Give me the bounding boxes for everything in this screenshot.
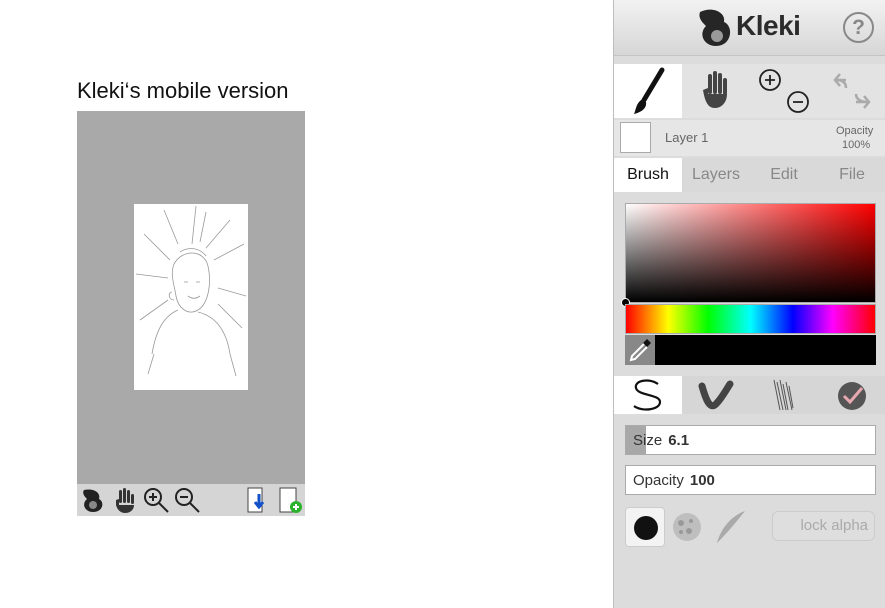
tab-brush[interactable]: Brush: [614, 158, 682, 192]
zoom-tool-button[interactable]: [750, 64, 818, 118]
feather-tip-button[interactable]: [709, 507, 749, 547]
color-saturation-value-picker[interactable]: [621, 203, 876, 307]
app-name: Kleki: [736, 10, 801, 41]
size-slider-text: Size 6.1: [633, 432, 689, 449]
help-button[interactable]: ?: [843, 12, 874, 43]
tool-row: [614, 64, 885, 118]
mobile-preview: [77, 111, 305, 516]
tab-file[interactable]: File: [818, 158, 885, 192]
size-value: 6.1: [668, 432, 690, 449]
hand-icon: [703, 71, 727, 108]
textured-tip-button[interactable]: [667, 507, 707, 547]
undo-redo-button[interactable]: [818, 64, 885, 118]
textured-tip-icon: [673, 513, 701, 541]
eyedropper-icon: [629, 339, 651, 362]
hand-icon[interactable]: [110, 486, 138, 514]
smooth-brush-icon: [838, 382, 866, 410]
blend-brush-button[interactable]: [682, 376, 750, 414]
round-tip-button[interactable]: [625, 507, 665, 547]
page: Kleki‘s mobile version Kleki ? Layer 1 O…: [0, 0, 885, 608]
zoom-in-out-icon: [759, 69, 809, 113]
round-tip-icon: [634, 516, 658, 540]
layer-opacity-value: 100%: [842, 139, 871, 151]
sketchy-brush-button[interactable]: [750, 376, 818, 414]
demo-title: Kleki‘s mobile version: [77, 78, 289, 103]
undo-redo-icon: [833, 73, 871, 109]
zoom-out-icon[interactable]: [173, 486, 201, 514]
layer-thumbnail: [620, 122, 651, 153]
opacity-label: Opacity: [633, 472, 684, 489]
sketchy-brush-icon: [773, 379, 794, 411]
hand-tool-button[interactable]: [682, 64, 750, 118]
brush-selector: [614, 376, 885, 414]
hue-slider[interactable]: [625, 304, 876, 334]
blend-brush-icon: [698, 380, 734, 410]
eyedropper-button[interactable]: [625, 335, 655, 365]
tab-layers[interactable]: Layers: [682, 158, 750, 192]
layer-name: Layer 1: [665, 130, 709, 145]
opacity-slider[interactable]: Opacity 100: [625, 465, 876, 495]
tab-edit[interactable]: Edit: [750, 158, 818, 192]
opacity-slider-text: Opacity 100: [633, 472, 715, 489]
mobile-toolbar: [77, 484, 305, 516]
sketch-drawing: [135, 205, 247, 377]
tab-bar: Brush Layers Edit File: [614, 158, 885, 192]
current-color-preview: [655, 335, 876, 365]
zoom-in-icon[interactable]: [142, 486, 170, 514]
size-slider[interactable]: Size 6.1: [625, 425, 876, 455]
layer-opacity-label: Opacity: [836, 125, 874, 137]
brush-settings: Size 6.1 Opacity 100 lock alpha: [614, 193, 885, 608]
kleki-logo-icon[interactable]: [79, 486, 107, 514]
layer-row[interactable]: Layer 1 Opacity 100%: [614, 120, 885, 156]
brush-icon: [634, 67, 665, 114]
brush-tip-row: lock alpha: [614, 507, 885, 547]
save-icon[interactable]: [245, 486, 273, 514]
pen-brush-icon: [633, 379, 662, 411]
opacity-value: 100: [689, 472, 715, 489]
smooth-brush-button[interactable]: [818, 376, 885, 414]
brush-tool-button[interactable]: [614, 64, 682, 118]
lock-alpha-toggle[interactable]: lock alpha: [772, 511, 875, 541]
feather-tip-icon: [717, 511, 745, 543]
tool-panel: Kleki ? Layer 1 Opacity 100% Brush Layer…: [613, 0, 885, 608]
size-label: Size: [633, 432, 663, 449]
new-image-icon[interactable]: [277, 486, 305, 514]
header: Kleki ?: [614, 0, 885, 56]
mobile-canvas: [134, 204, 248, 390]
pen-brush-button[interactable]: [614, 376, 682, 414]
kleki-logo-icon: [696, 6, 736, 50]
